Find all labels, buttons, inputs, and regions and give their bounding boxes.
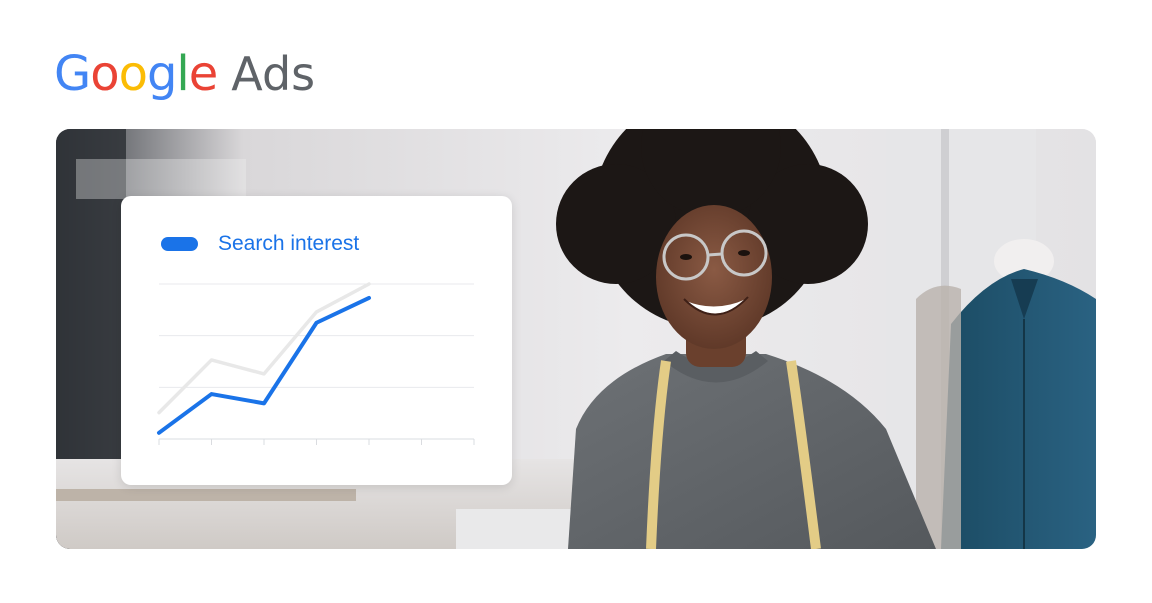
logo-letter: o — [90, 46, 119, 102]
google-wordmark: Google — [54, 42, 219, 106]
logo-product-name: Ads — [231, 47, 316, 101]
logo-letter: o — [118, 46, 148, 102]
series-line-search-interest — [157, 295, 371, 435]
line-chart — [157, 282, 475, 445]
google-ads-logo: Google Ads — [54, 42, 315, 106]
series-line-comparison — [157, 282, 371, 415]
logo-letter: G — [54, 46, 91, 102]
logo-letter: g — [146, 46, 177, 102]
logo-letter: e — [188, 46, 219, 102]
logo-letter: l — [176, 46, 189, 102]
search-interest-card: Search interest — [121, 196, 512, 485]
